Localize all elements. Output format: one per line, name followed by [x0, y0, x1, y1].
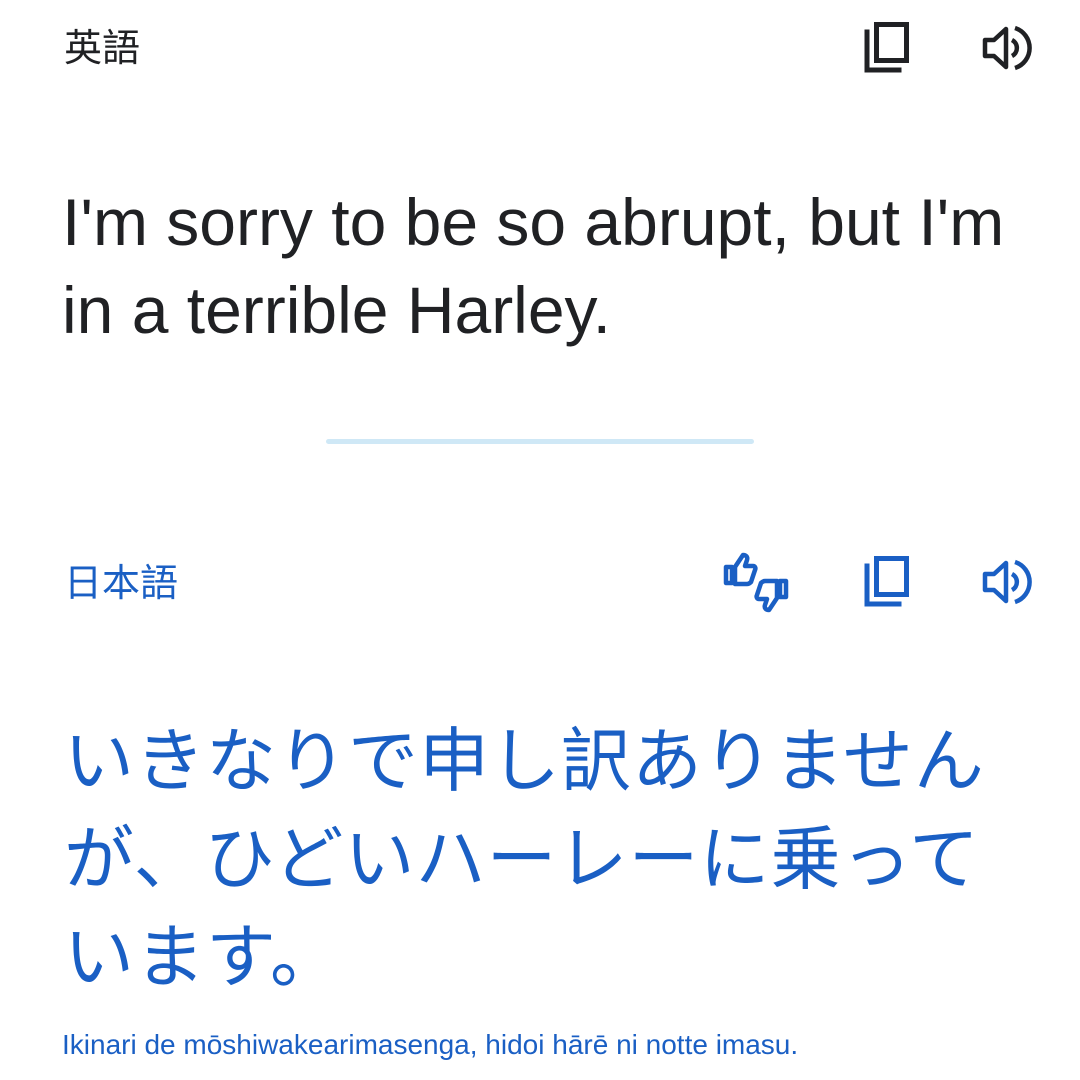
target-speak-button[interactable]	[976, 550, 1040, 614]
section-divider	[326, 439, 754, 444]
source-copy-button[interactable]	[855, 16, 919, 80]
translated-text[interactable]: いきなりで申し訳ありませんが、ひどいハーレーに乗っています。	[64, 712, 1024, 1006]
target-language-label: 日本語	[64, 563, 179, 605]
romanization-text: Ikinari de mōshiwakearimasenga, hidoi hā…	[62, 1029, 799, 1060]
target-copy-button[interactable]	[855, 550, 919, 614]
translation-card: 英語 I'm sorry to be so abrupt, but I'm in…	[0, 0, 1080, 1080]
volume-up-icon	[981, 557, 1035, 607]
copy-icon	[861, 20, 913, 76]
rate-translation-button[interactable]	[723, 550, 789, 614]
volume-up-icon	[981, 23, 1035, 73]
source-text[interactable]: I'm sorry to be so abrupt, but I'm in a …	[62, 178, 1022, 354]
copy-icon	[861, 554, 913, 610]
source-language-label: 英語	[64, 28, 141, 70]
thumbs-up-down-icon	[723, 551, 789, 613]
source-speak-button[interactable]	[976, 16, 1040, 80]
